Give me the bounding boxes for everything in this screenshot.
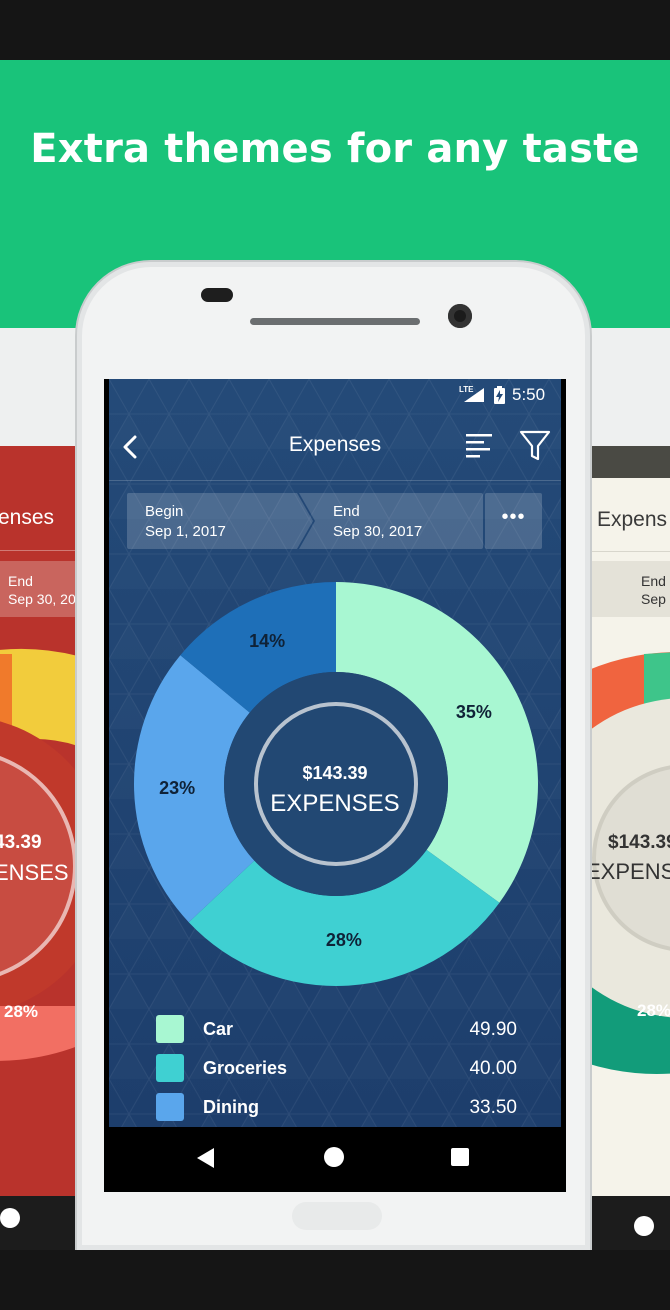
front-camera-icon <box>448 304 472 328</box>
triangle-back-icon[interactable] <box>196 1147 216 1169</box>
right-phone-percent: 28% <box>637 1001 670 1020</box>
square-recents-icon[interactable] <box>451 1148 469 1166</box>
earpiece-speaker <box>250 318 420 325</box>
bottom-frame <box>0 1250 670 1310</box>
legend-row-groceries[interactable]: Groceries 40.00 <box>109 1054 561 1084</box>
app-toolbar: Expenses <box>109 413 561 479</box>
left-phone-home-icon <box>0 1208 20 1228</box>
legend-name: Groceries <box>203 1058 288 1078</box>
left-phone-label: ENSES <box>0 860 69 885</box>
legend-row-car[interactable]: Car 49.90 <box>109 1015 561 1045</box>
legend-name: Dining <box>203 1097 259 1117</box>
total-amount: $143.39 <box>302 763 368 783</box>
battery-charging-icon <box>494 386 505 404</box>
sort-lines-icon[interactable] <box>466 431 496 461</box>
legend-row-dining[interactable]: Dining 33.50 <box>109 1093 561 1123</box>
right-phone-home-icon <box>634 1216 654 1236</box>
more-dots-icon: ••• <box>501 506 526 528</box>
groceries-swatch <box>156 1054 184 1082</box>
system-navbar <box>104 1127 566 1192</box>
chevron-left-icon[interactable] <box>117 431 145 463</box>
page-title: Expenses <box>288 433 382 456</box>
left-phone-preview: enses End Sep 30, 20 43.39 ENSES 28% <box>0 328 78 1250</box>
status-bar: LTE 5:50 <box>109 379 561 413</box>
signal-icon <box>464 388 484 402</box>
right-phone-statusbar <box>586 446 670 478</box>
total-label: EXPENSES <box>270 790 400 817</box>
right-phone-bezel <box>586 328 670 453</box>
dining-swatch <box>156 1093 184 1121</box>
left-phone-end-value: Sep 30, 20 <box>8 591 76 607</box>
left-donut-chart <box>0 648 78 1194</box>
end-date-value: Sep 30, 2017 <box>333 523 423 540</box>
left-phone-bezel <box>0 328 78 453</box>
end-date-button[interactable]: End Sep 30, 2017 <box>333 493 483 549</box>
left-phone-end-label: End <box>8 573 33 589</box>
toolbar-divider <box>109 480 561 481</box>
legend-amount: 33.50 <box>469 1097 517 1118</box>
funnel-icon[interactable] <box>519 429 551 463</box>
top-frame <box>0 0 670 60</box>
right-phone-title: Expens <box>597 508 668 531</box>
slice-percent-label: 28% <box>325 929 362 950</box>
begin-date-button[interactable]: Begin Sep 1, 2017 <box>145 493 295 549</box>
end-date-label: End <box>333 503 360 520</box>
right-phone-datebox <box>586 561 670 617</box>
slice-percent-label: 35% <box>455 701 492 722</box>
status-time: 5:50 <box>512 385 546 404</box>
bottom-speaker <box>292 1202 382 1230</box>
center-phone: LTE 5:50 Expenses Begin Sep 1, 2017 End … <box>75 260 592 1250</box>
right-phone-screen: Expens End Sep $143.39 EXPENS 28% <box>586 478 670 1196</box>
right-phone-amount: $143.39 <box>608 832 670 853</box>
slice-percent-label: 14% <box>249 630 286 651</box>
circle-home-icon[interactable] <box>324 1147 344 1167</box>
left-phone-percent: 28% <box>4 1002 39 1021</box>
right-phone-label: EXPENS <box>586 859 670 884</box>
left-phone-amount: 43.39 <box>0 832 42 853</box>
left-phone-title: enses <box>0 506 55 529</box>
left-phone-screen: enses End Sep 30, 20 43.39 ENSES 28% <box>0 446 78 1196</box>
right-phone-end-value: Sep <box>641 591 666 607</box>
left-phone-datebox <box>0 561 78 617</box>
front-sensor <box>201 288 233 302</box>
more-options-button[interactable]: ••• <box>485 493 542 549</box>
begin-date-label: Begin <box>145 503 184 520</box>
left-phone-rule <box>0 550 78 551</box>
right-phone-rule <box>586 551 670 552</box>
begin-date-value: Sep 1, 2017 <box>145 523 226 540</box>
expenses-app: LTE 5:50 Expenses Begin Sep 1, 2017 End … <box>109 379 561 1127</box>
legend-amount: 49.90 <box>469 1019 517 1040</box>
phone-screen: LTE 5:50 Expenses Begin Sep 1, 2017 End … <box>104 379 566 1192</box>
slice-percent-label: 23% <box>159 777 196 798</box>
right-phone-end-label: End <box>641 573 666 589</box>
date-range-selector: Begin Sep 1, 2017 End Sep 30, 2017 <box>127 493 483 549</box>
banner-headline: Extra themes for any taste <box>30 126 640 172</box>
legend-amount: 40.00 <box>469 1058 517 1079</box>
car-swatch <box>156 1015 184 1043</box>
right-phone-preview: Expens End Sep $143.39 EXPENS 28% <box>586 328 670 1250</box>
legend-name: Car <box>203 1019 234 1039</box>
